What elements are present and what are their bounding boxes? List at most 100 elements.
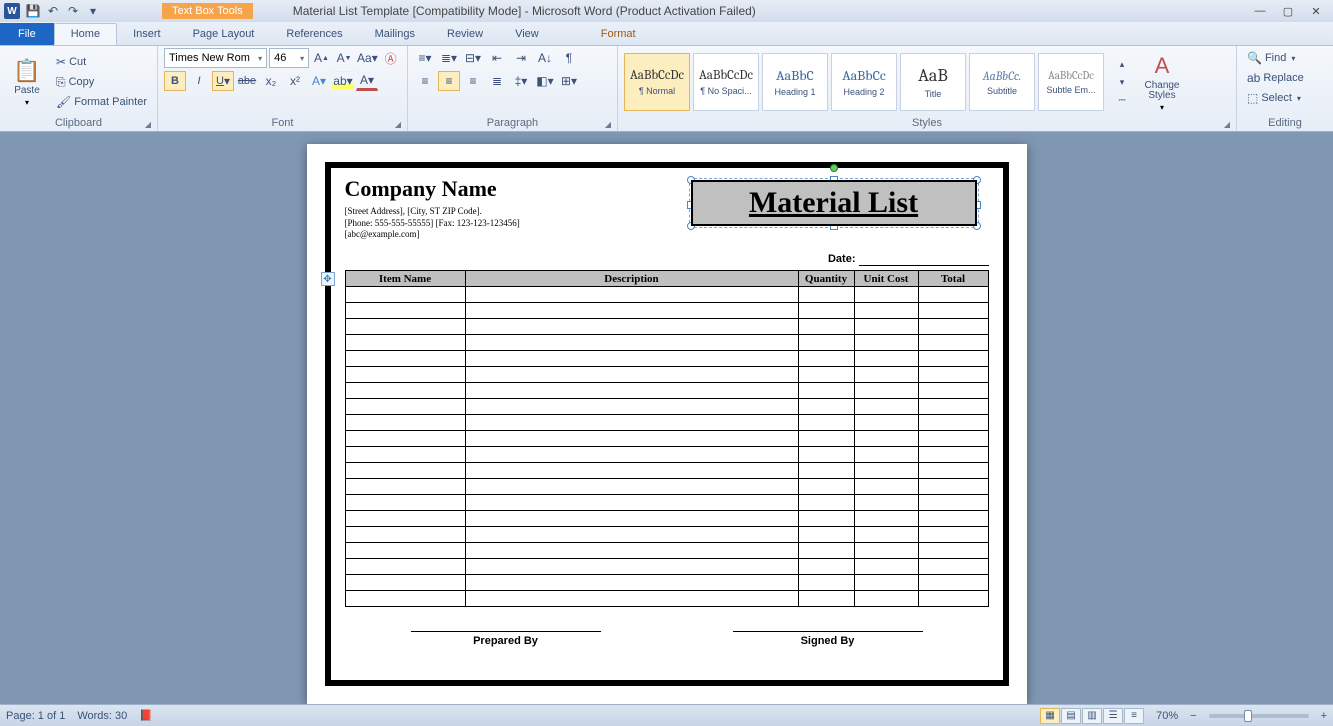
font-color-button[interactable]: A▾ bbox=[356, 71, 378, 91]
table-cell[interactable] bbox=[798, 543, 854, 559]
redo-button[interactable]: ↷ bbox=[64, 2, 82, 20]
table-row[interactable] bbox=[345, 319, 988, 335]
zoom-slider[interactable] bbox=[1209, 714, 1309, 718]
clear-formatting-button[interactable]: Ⓐ bbox=[380, 48, 401, 68]
title-textbox[interactable]: Material List bbox=[679, 174, 989, 236]
table-cell[interactable] bbox=[798, 319, 854, 335]
shading-button[interactable]: ◧▾ bbox=[534, 71, 556, 91]
table-cell[interactable] bbox=[854, 383, 918, 399]
table-cell[interactable] bbox=[918, 431, 988, 447]
table-cell[interactable] bbox=[465, 415, 798, 431]
table-cell[interactable] bbox=[465, 383, 798, 399]
table-cell[interactable] bbox=[854, 415, 918, 431]
change-case-button[interactable]: Aa▾ bbox=[356, 48, 378, 68]
company-name[interactable]: Company Name bbox=[345, 176, 679, 202]
table-cell[interactable] bbox=[345, 511, 465, 527]
rotation-handle-icon[interactable] bbox=[830, 164, 838, 172]
document-area[interactable]: ✥ Company Name [Street Address], [City, … bbox=[0, 132, 1333, 704]
style-item[interactable]: AaBbCcHeading 2 bbox=[831, 53, 897, 111]
tab-insert[interactable]: Insert bbox=[117, 23, 177, 45]
tab-format[interactable]: Format bbox=[585, 23, 652, 45]
table-cell[interactable] bbox=[465, 543, 798, 559]
increase-indent-button[interactable]: ⇥ bbox=[510, 48, 532, 68]
table-cell[interactable] bbox=[345, 415, 465, 431]
styles-more-down-icon[interactable]: ▾ bbox=[1111, 73, 1133, 91]
table-cell[interactable] bbox=[465, 287, 798, 303]
align-left-button[interactable]: ≡ bbox=[414, 71, 436, 91]
table-cell[interactable] bbox=[854, 495, 918, 511]
table-cell[interactable] bbox=[465, 495, 798, 511]
table-row[interactable] bbox=[345, 335, 988, 351]
table-cell[interactable] bbox=[918, 559, 988, 575]
table-cell[interactable] bbox=[854, 303, 918, 319]
table-cell[interactable] bbox=[465, 575, 798, 591]
paragraph-launcher-icon[interactable]: ◢ bbox=[605, 120, 611, 129]
table-cell[interactable] bbox=[918, 479, 988, 495]
undo-button[interactable]: ↶ bbox=[44, 2, 62, 20]
change-styles-button[interactable]: A Change Styles ▾ bbox=[1137, 49, 1187, 115]
table-row[interactable] bbox=[345, 399, 988, 415]
table-cell[interactable] bbox=[345, 383, 465, 399]
table-row[interactable] bbox=[345, 511, 988, 527]
italic-button[interactable]: I bbox=[188, 71, 210, 91]
table-header[interactable]: Unit Cost bbox=[854, 271, 918, 287]
table-cell[interactable] bbox=[854, 479, 918, 495]
table-cell[interactable] bbox=[918, 383, 988, 399]
tab-page-layout[interactable]: Page Layout bbox=[177, 23, 271, 45]
table-cell[interactable] bbox=[854, 287, 918, 303]
table-cell[interactable] bbox=[798, 591, 854, 607]
table-cell[interactable] bbox=[854, 447, 918, 463]
table-row[interactable] bbox=[345, 559, 988, 575]
company-email[interactable]: [abc@example.com] bbox=[345, 229, 679, 241]
table-cell[interactable] bbox=[465, 351, 798, 367]
style-item[interactable]: AaBbCcDcSubtle Em... bbox=[1038, 53, 1104, 111]
table-row[interactable] bbox=[345, 287, 988, 303]
table-row[interactable] bbox=[345, 383, 988, 399]
table-cell[interactable] bbox=[465, 591, 798, 607]
close-button[interactable]: ✕ bbox=[1303, 3, 1329, 19]
style-item[interactable]: AaBbCcDc¶ Normal bbox=[624, 53, 690, 111]
table-cell[interactable] bbox=[345, 447, 465, 463]
table-cell[interactable] bbox=[345, 543, 465, 559]
tab-view[interactable]: View bbox=[499, 23, 555, 45]
table-cell[interactable] bbox=[798, 447, 854, 463]
table-cell[interactable] bbox=[918, 527, 988, 543]
styles-gallery[interactable]: AaBbCcDc¶ NormalAaBbCcDc¶ No Spaci...AaB… bbox=[624, 53, 1105, 111]
style-item[interactable]: AaBTitle bbox=[900, 53, 966, 111]
table-cell[interactable] bbox=[798, 463, 854, 479]
table-row[interactable] bbox=[345, 351, 988, 367]
table-cell[interactable] bbox=[345, 335, 465, 351]
table-cell[interactable] bbox=[918, 399, 988, 415]
table-row[interactable] bbox=[345, 447, 988, 463]
table-cell[interactable] bbox=[854, 463, 918, 479]
font-launcher-icon[interactable]: ◢ bbox=[395, 120, 401, 129]
cut-button[interactable]: ✂Cut bbox=[52, 52, 151, 72]
table-cell[interactable] bbox=[918, 575, 988, 591]
borders-button[interactable]: ⊞▾ bbox=[558, 71, 580, 91]
table-cell[interactable] bbox=[465, 559, 798, 575]
subscript-button[interactable]: x₂ bbox=[260, 71, 282, 91]
table-cell[interactable] bbox=[798, 511, 854, 527]
print-layout-view-button[interactable]: ▦ bbox=[1040, 708, 1060, 724]
table-cell[interactable] bbox=[918, 367, 988, 383]
table-cell[interactable] bbox=[918, 351, 988, 367]
web-layout-view-button[interactable]: ▥ bbox=[1082, 708, 1102, 724]
table-cell[interactable] bbox=[798, 383, 854, 399]
multilevel-button[interactable]: ⊟▾ bbox=[462, 48, 484, 68]
table-row[interactable] bbox=[345, 431, 988, 447]
table-cell[interactable] bbox=[345, 575, 465, 591]
table-cell[interactable] bbox=[918, 463, 988, 479]
status-words[interactable]: Words: 30 bbox=[77, 710, 127, 722]
table-header[interactable]: Total bbox=[918, 271, 988, 287]
table-cell[interactable] bbox=[854, 591, 918, 607]
zoom-out-button[interactable]: − bbox=[1190, 710, 1196, 722]
table-cell[interactable] bbox=[465, 431, 798, 447]
format-painter-button[interactable]: 🖌Format Painter bbox=[52, 92, 151, 112]
bold-button[interactable]: B bbox=[164, 71, 186, 91]
table-cell[interactable] bbox=[345, 351, 465, 367]
table-cell[interactable] bbox=[918, 303, 988, 319]
table-cell[interactable] bbox=[918, 287, 988, 303]
table-cell[interactable] bbox=[854, 527, 918, 543]
replace-button[interactable]: abReplace bbox=[1243, 68, 1327, 88]
tab-file[interactable]: File bbox=[0, 23, 54, 45]
